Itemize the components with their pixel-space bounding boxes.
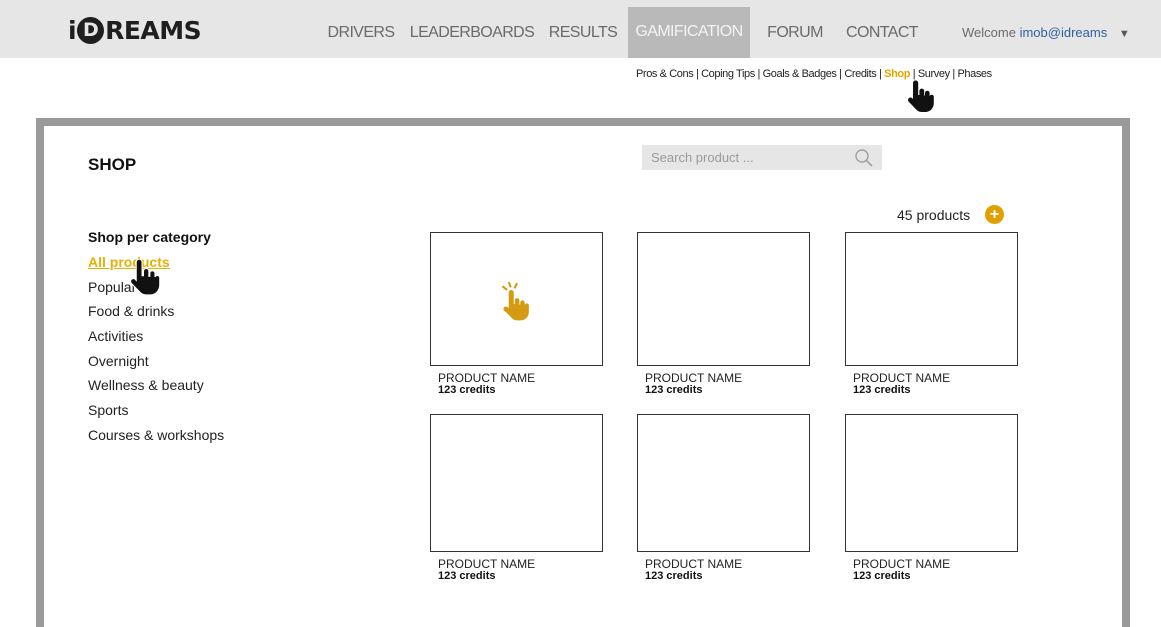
product-credits: 123 credits [645,384,703,396]
subnav-pros-cons[interactable]: Pros & Cons [636,68,694,80]
category-courses-workshops[interactable]: Courses & workshops [88,426,224,451]
subnav-phases[interactable]: Phases [957,68,992,80]
product-card[interactable]: PRODUCT NAME 123 credits [637,414,810,583]
category-list: All products Popular Food & drinks Activ… [88,253,224,451]
subnav-shop[interactable]: Shop [884,68,910,80]
category-activities[interactable]: Activities [88,327,224,352]
nav-results[interactable]: RESULTS [546,8,620,58]
category-wellness-beauty[interactable]: Wellness & beauty [88,376,224,401]
product-name: PRODUCT NAME [645,371,743,385]
nav-contact[interactable]: CONTACT [841,8,923,58]
idreams-logo[interactable]: i D REAMS [68,14,202,46]
category-all-products[interactable]: All products [88,253,224,278]
product-credits: 123 credits [645,570,703,582]
category-popular[interactable]: Popular [88,278,224,303]
nav-forum[interactable]: FORUM [763,8,827,58]
product-name: PRODUCT NAME [645,557,743,571]
category-sports[interactable]: Sports [88,401,224,426]
product-credits: 123 credits [438,570,496,582]
search-input[interactable] [651,150,841,165]
product-card[interactable]: PRODUCT NAME 123 credits [845,232,1018,397]
nav-leaderboards[interactable]: LEADERBOARDS [409,8,535,58]
product-image[interactable] [637,414,810,552]
subnav-goals-badges[interactable]: Goals & Badges [763,68,837,80]
logo-suffix: REAMS [105,15,202,45]
user-menu[interactable]: Welcome imob@idreams ▼ [962,25,1130,40]
product-count: 45 products [897,207,971,223]
category-overnight[interactable]: Overnight [88,352,224,377]
tap-icon [501,281,529,321]
product-name: PRODUCT NAME [853,371,951,385]
plus-circle-icon[interactable]: + [985,205,1004,224]
product-credits: 123 credits [853,384,911,396]
subnav-credits[interactable]: Credits [844,68,876,80]
search-bar[interactable] [642,145,882,170]
logo-mark: D [77,16,105,44]
product-card[interactable]: PRODUCT NAME 123 credits [430,414,603,583]
product-image[interactable] [845,414,1018,552]
page-title: SHOP [88,155,137,174]
chevron-down-icon[interactable]: ▼ [1119,28,1130,40]
welcome-text: Welcome [962,25,1016,40]
hand-pointer-icon [908,80,934,112]
top-navigation-bar: i D REAMS DRIVERS LEADERBOARDS RESULTS G… [0,0,1161,58]
subnav-survey[interactable]: Survey [918,68,950,80]
product-credits: 123 credits [853,570,911,582]
product-name: PRODUCT NAME [438,371,536,385]
product-credits: 123 credits [438,384,496,396]
category-heading: Shop per category [88,229,211,245]
product-image[interactable] [637,232,810,366]
gamification-subnav: Pros & Cons | Coping Tips | Goals & Badg… [636,68,992,80]
subnav-coping-tips[interactable]: Coping Tips [701,68,755,80]
product-card[interactable]: PRODUCT NAME 123 credits [845,414,1018,583]
product-name: PRODUCT NAME [853,557,951,571]
nav-drivers[interactable]: DRIVERS [322,8,400,58]
product-card[interactable]: PRODUCT NAME 123 credits [637,232,810,397]
nav-gamification[interactable]: GAMIFICATION [628,7,750,58]
product-image[interactable] [845,232,1018,366]
search-icon[interactable] [854,148,874,168]
product-card[interactable]: PRODUCT NAME 123 credits [430,232,603,397]
logo-prefix: i [68,15,77,45]
product-image[interactable] [430,232,603,366]
category-food-drinks[interactable]: Food & drinks [88,302,224,327]
product-image[interactable] [430,414,603,552]
product-name: PRODUCT NAME [438,557,536,571]
user-name[interactable]: imob@idreams [1020,25,1108,40]
